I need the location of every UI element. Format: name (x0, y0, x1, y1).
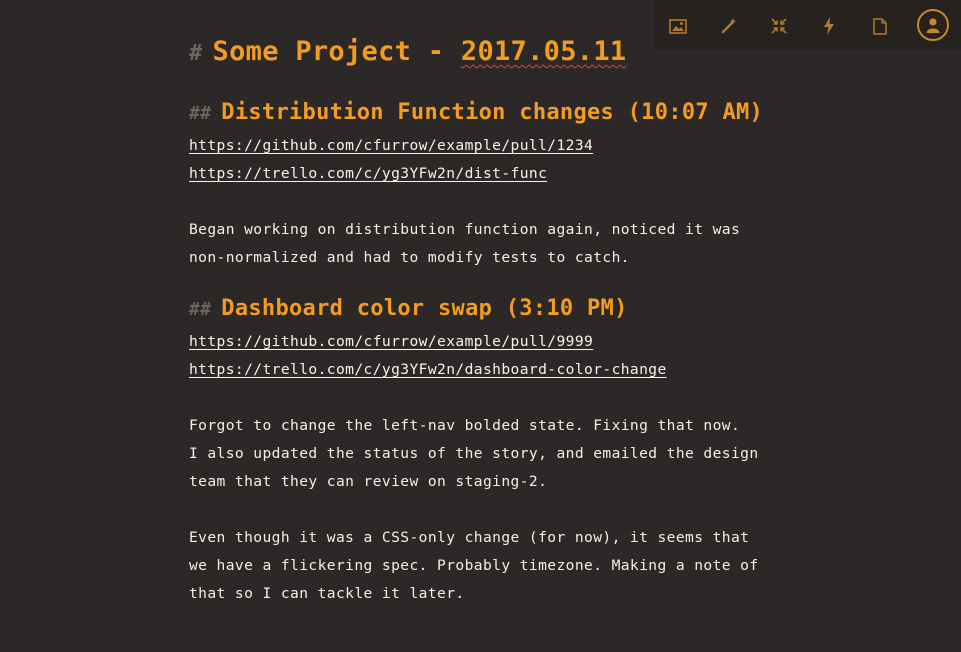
heading-marker: ## (189, 299, 212, 320)
link-line: https://trello.com/c/yg3YFw2n/dist-func (189, 160, 809, 188)
section-heading: ## Dashboard color swap (3:10 PM) (189, 290, 809, 328)
section-heading: ## Distribution Function changes (10:07 A… (189, 94, 809, 132)
user-avatar-icon[interactable] (917, 9, 949, 41)
github-pull-link[interactable]: https://github.com/cfurrow/example/pull/… (189, 333, 593, 350)
paragraph-line: Even though it was a CSS-only change (fo… (189, 529, 750, 546)
paragraph-line: non-normalized and had to modify tests t… (189, 249, 630, 266)
image-icon[interactable] (666, 14, 690, 38)
paragraph-line: we have a flickering spec. Probably time… (189, 557, 759, 574)
markdown-editor[interactable]: # Some Project - 2017.05.11 ## Distributio… (189, 36, 809, 608)
paragraph-line: Forgot to change the left-nav bolded sta… (189, 417, 741, 434)
section-heading-text: Dashboard color swap (3:10 PM) (221, 296, 628, 321)
paragraph-line: Began working on distribution function a… (189, 221, 741, 238)
title-text: Some Project - (212, 36, 461, 67)
document-title: # Some Project - 2017.05.11 (189, 36, 809, 76)
collapse-icon[interactable] (767, 14, 791, 38)
title-date: 2017.05.11 (460, 36, 627, 67)
paragraph-line: team that they can review on staging-2. (189, 473, 548, 490)
trello-card-link[interactable]: https://trello.com/c/yg3YFw2n/dashboard-… (189, 361, 667, 378)
paragraph-line: I also updated the status of the story, … (189, 445, 759, 462)
link-line: https://github.com/cfurrow/example/pull/… (189, 328, 809, 356)
section-heading-text: Distribution Function changes (10:07 AM) (221, 100, 764, 125)
heading-marker: ## (189, 103, 212, 124)
link-line: https://github.com/cfurrow/example/pull/… (189, 132, 809, 160)
document-icon[interactable] (868, 14, 892, 38)
trello-card-link[interactable]: https://trello.com/c/yg3YFw2n/dist-func (189, 165, 547, 182)
paragraph-line: that so I can tackle it later. (189, 585, 465, 602)
github-pull-link[interactable]: https://github.com/cfurrow/example/pull/… (189, 137, 593, 154)
lightning-icon[interactable] (817, 14, 841, 38)
magic-wand-icon[interactable] (717, 14, 741, 38)
link-line: https://trello.com/c/yg3YFw2n/dashboard-… (189, 356, 809, 384)
heading-marker: # (189, 41, 203, 66)
